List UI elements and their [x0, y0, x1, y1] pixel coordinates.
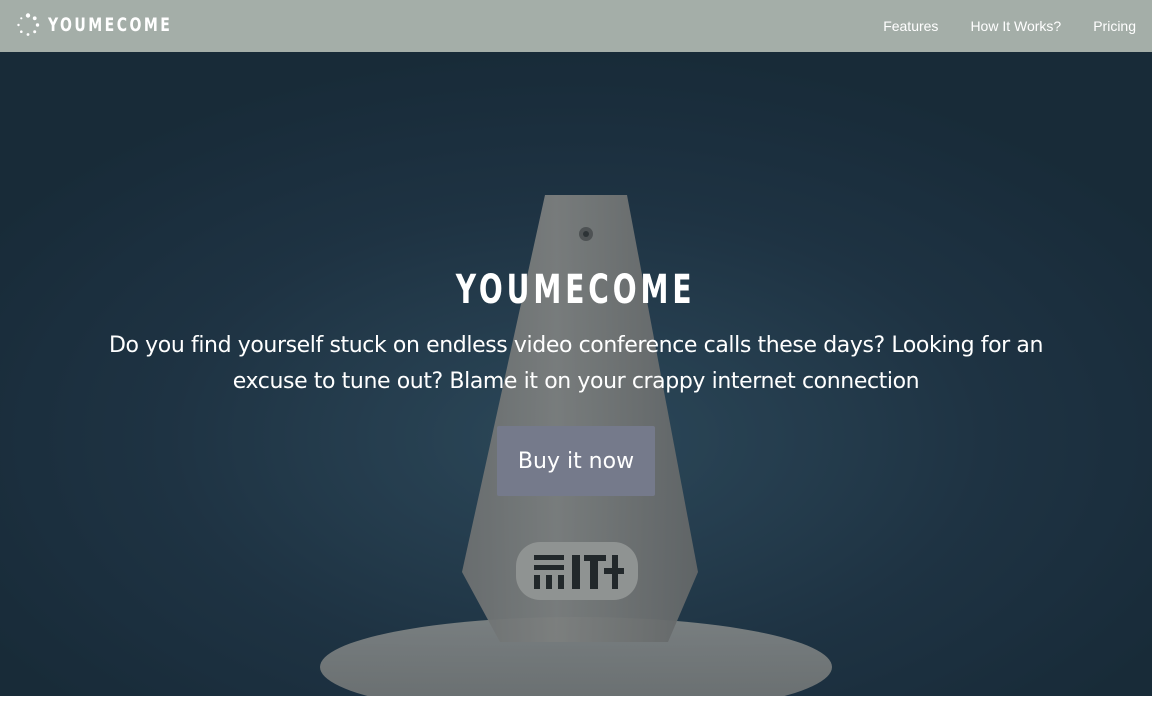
top-navbar: YOUMECOME Features How It Works? Pricing	[0, 0, 1152, 52]
hero-subtitle: Do you find yourself stuck on endless vi…	[108, 333, 1044, 394]
brand-name: YOUMECOME	[48, 14, 173, 36]
buy-it-now-button[interactable]: Buy it now	[497, 426, 655, 496]
hero-title: YOUMECOME	[0, 266, 1152, 314]
hero-title-text: YOUMECOME	[456, 267, 696, 313]
nav-links: Features How It Works? Pricing	[851, 0, 1136, 52]
brand-link[interactable]: YOUMECOME	[16, 12, 200, 38]
page-bottom-strip	[0, 696, 1152, 720]
nav-link-pricing[interactable]: Pricing	[1093, 18, 1136, 34]
nav-link-features[interactable]: Features	[883, 18, 938, 34]
hero-section: YOUMECOME Do you find yourself stuck on …	[0, 52, 1152, 696]
dotted-circle-icon	[17, 13, 40, 36]
nav-link-how-it-works[interactable]: How It Works?	[970, 18, 1061, 34]
